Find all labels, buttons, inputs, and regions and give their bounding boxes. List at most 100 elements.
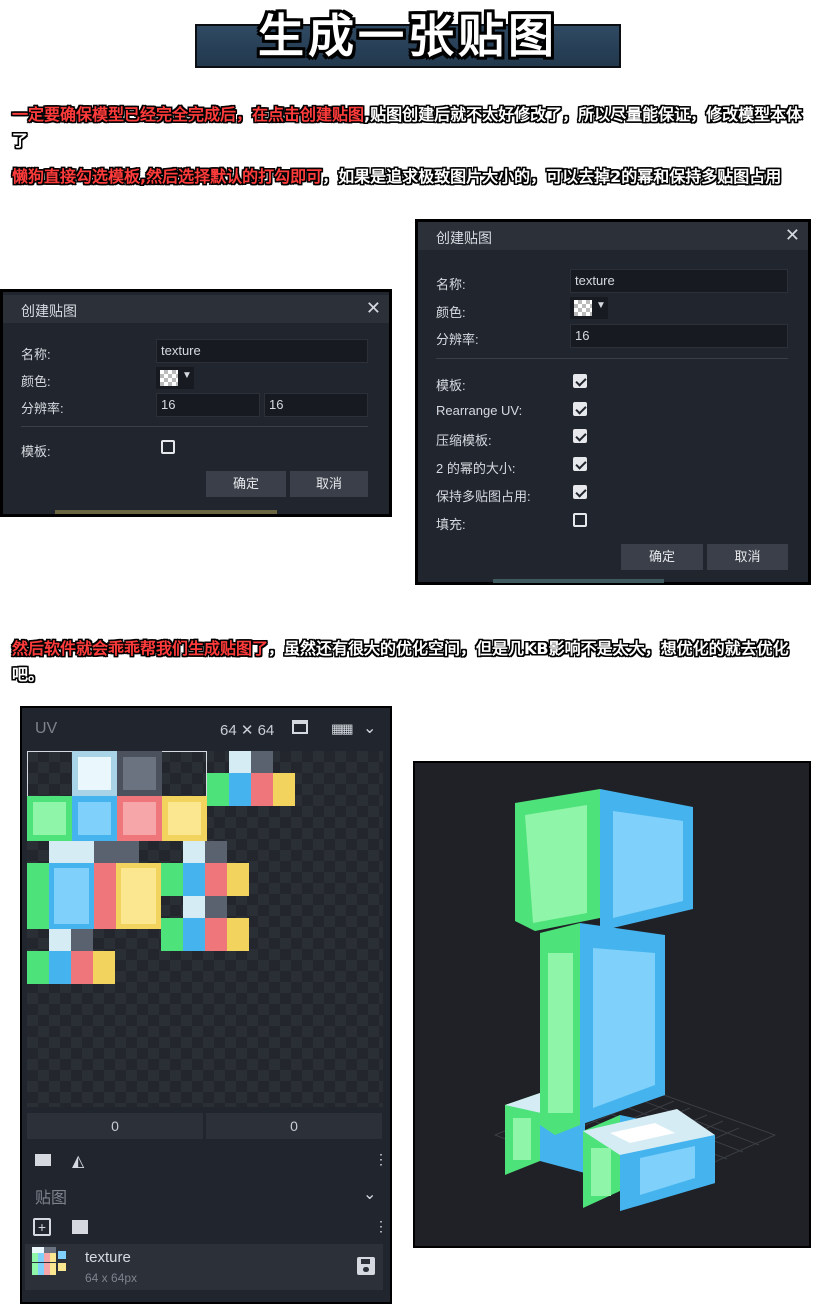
dialog-title: 创建贴图 <box>21 303 77 319</box>
uv-face-east <box>161 863 183 896</box>
color-label: 颜色: <box>436 305 466 320</box>
mirror-icon[interactable]: ◭ <box>72 1151 84 1171</box>
page-title: 生成一张贴图 <box>258 9 558 63</box>
power-of-two-checkbox[interactable] <box>573 457 587 471</box>
textures-header: 贴图 <box>35 1190 68 1207</box>
resolution-height-field[interactable]: 16 <box>264 393 368 417</box>
uv-face-west <box>205 863 227 896</box>
uv-face-top <box>183 841 205 863</box>
paragraph-3: 然后软件就会乖乖帮我们生成贴图了，虽然还有很大的优化空间，但是几KB影响不是太大… <box>12 636 812 688</box>
color-picker[interactable]: ▼ <box>156 367 194 389</box>
uv-y-field[interactable]: 0 <box>206 1113 382 1139</box>
paragraph-2: 懒狗直接勾选模板,然后选择默认的打勾即可，如果是追求极致图片大小的，可以去掉2的… <box>12 164 812 190</box>
create-texture-dialog-template: 创建贴图 ✕ 名称: texture 颜色: ▼ 分辨率: 16 模板: Rea… <box>415 219 811 585</box>
uv-face-west <box>205 918 227 951</box>
texture-list-item[interactable]: texture 64 x 64px <box>25 1244 383 1290</box>
uv-face-top <box>49 929 71 951</box>
fill-checkbox[interactable] <box>573 513 587 527</box>
option-label: 压缩模板: <box>436 433 492 448</box>
option-label: 2 的幂的大小: <box>436 461 516 476</box>
name-field[interactable]: texture <box>570 269 788 293</box>
dialog-title: 创建贴图 <box>436 230 492 246</box>
uv-face-south <box>116 863 161 929</box>
texture-name: texture <box>85 1249 131 1266</box>
grid-icon[interactable]: ▦▦ <box>331 721 354 737</box>
template-checkbox[interactable] <box>161 440 175 454</box>
resolution-field[interactable]: 16 <box>570 324 788 348</box>
uv-face-north <box>49 951 71 984</box>
uv-face-south <box>227 918 249 951</box>
uv-grid-icon[interactable] <box>35 1154 51 1166</box>
dialog-backdrop-strip <box>55 510 277 514</box>
uv-face-bottom <box>117 751 162 796</box>
import-texture-icon[interactable] <box>72 1220 88 1234</box>
add-texture-icon[interactable]: + <box>33 1218 51 1236</box>
uv-canvas[interactable] <box>27 751 383 1107</box>
texture-dimensions: 64 x 64px <box>85 1271 138 1285</box>
uv-face-north <box>72 796 117 841</box>
resolution-width-field[interactable]: 16 <box>156 393 260 417</box>
color-picker[interactable]: ▼ <box>570 297 608 319</box>
window-icon[interactable] <box>292 720 308 734</box>
uv-face-west <box>251 773 273 806</box>
cancel-button[interactable]: 取消 <box>707 544 788 570</box>
color-label: 颜色: <box>21 374 51 389</box>
resolution-label: 分辨率: <box>436 332 479 347</box>
uv-face-east <box>27 951 49 984</box>
dialog-backdrop-strip <box>493 579 664 583</box>
confirm-button[interactable]: 确定 <box>621 544 703 570</box>
uv-face-south <box>273 773 295 806</box>
more-options-icon[interactable]: ⋮ <box>374 1151 388 1168</box>
uv-face-bottom <box>94 841 139 863</box>
template-label: 模板: <box>21 444 51 459</box>
chevron-down-icon: ▼ <box>182 370 192 381</box>
keep-multi-texture-checkbox[interactable] <box>573 485 587 499</box>
uv-face-south <box>93 951 115 984</box>
close-icon[interactable]: ✕ <box>785 225 800 246</box>
uv-panel: UV 64 ✕ 64 ▦▦ ⌄ 0 0 ◭ ⋮ 贴图 ⌄ + ⋮ texture… <box>20 706 392 1304</box>
name-label: 名称: <box>21 347 51 362</box>
model-3d-preview[interactable] <box>413 761 811 1248</box>
dialog-header: 创建贴图 ✕ <box>418 222 808 250</box>
uv-face-bottom <box>71 929 93 951</box>
uv-x-field[interactable]: 0 <box>27 1113 203 1139</box>
compress-template-checkbox[interactable] <box>573 429 587 443</box>
uv-face-top <box>72 751 117 796</box>
uv-face-west <box>94 863 116 929</box>
uv-face-east <box>161 918 183 951</box>
divider <box>21 426 368 427</box>
uv-face-west <box>117 796 162 841</box>
option-label: 保持多贴图占用: <box>436 489 531 504</box>
uv-face-bottom <box>205 896 227 918</box>
uv-face-bottom <box>251 751 273 773</box>
uv-face-north <box>183 863 205 896</box>
rearrange-uv-checkbox[interactable] <box>573 402 587 416</box>
create-texture-dialog-basic: 创建贴图 ✕ 名称: texture 颜色: ▼ 分辨率: 16 16 模板: … <box>0 289 392 517</box>
model-render <box>493 789 777 1211</box>
chevron-down-icon[interactable]: ⌄ <box>363 718 376 738</box>
paragraph-2-text: ，如果是追求极致图片大小的，可以去掉2的幂和保持多贴图占用 <box>322 167 782 186</box>
option-label: Rearrange UV: <box>436 403 523 418</box>
texture-thumbnail <box>32 1247 68 1283</box>
divider <box>436 358 788 359</box>
texture-size-label: 64 ✕ 64 <box>220 722 275 739</box>
uv-face-east <box>27 796 72 841</box>
cancel-button[interactable]: 取消 <box>290 471 368 497</box>
name-label: 名称: <box>436 277 466 292</box>
paragraph-1: 一定要确保模型已经完全完成后，在点击创建贴图,贴图创建后就不太好修改了，所以尽量… <box>12 102 812 154</box>
name-field[interactable]: texture <box>156 339 368 363</box>
resolution-label: 分辨率: <box>21 401 64 416</box>
more-options-icon[interactable]: ⋮ <box>374 1218 388 1235</box>
uv-face-east <box>27 863 49 929</box>
chevron-down-icon: ▼ <box>596 300 606 311</box>
dialog-header: 创建贴图 ✕ <box>3 295 389 323</box>
chevron-down-icon[interactable]: ⌄ <box>363 1184 376 1204</box>
uv-face-south <box>227 863 249 896</box>
uv-face-top <box>183 896 205 918</box>
close-icon[interactable]: ✕ <box>366 298 381 319</box>
save-icon[interactable] <box>357 1257 375 1275</box>
uv-header: UV <box>35 720 58 737</box>
confirm-button[interactable]: 确定 <box>206 471 286 497</box>
template-checkbox[interactable] <box>573 374 587 388</box>
uv-face-bottom <box>205 841 227 863</box>
